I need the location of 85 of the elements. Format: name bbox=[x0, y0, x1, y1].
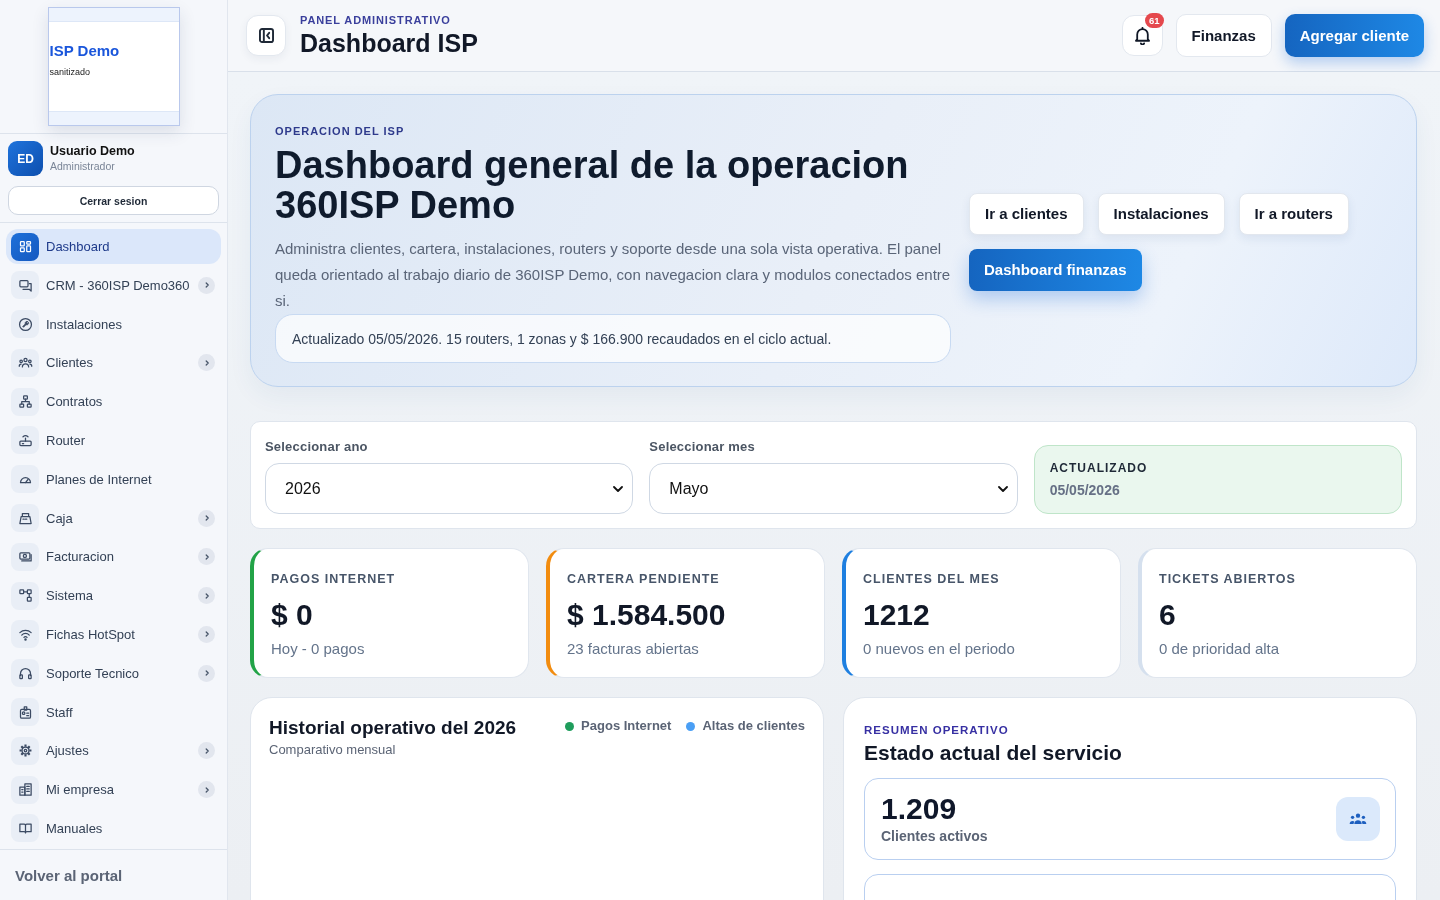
panel-icon bbox=[258, 28, 274, 43]
sidebar-toggle-button[interactable] bbox=[246, 15, 286, 56]
stat-label: CARTERA PENDIENTE bbox=[567, 571, 721, 587]
stat-detail: 0 de prioridad alta bbox=[1159, 639, 1281, 659]
nav-item[interactable]: Manuales bbox=[6, 810, 221, 846]
bell-icon bbox=[1134, 26, 1150, 45]
stat-label: CLIENTES DEL MES bbox=[863, 571, 1001, 587]
nav-item[interactable]: Soporte Tecnico bbox=[6, 655, 221, 691]
wifi-icon bbox=[11, 620, 39, 649]
user-role: Administrador bbox=[50, 159, 116, 174]
logo-caption: sanitizado bbox=[49, 67, 92, 78]
nav-item[interactable]: Fichas HotSpot bbox=[6, 616, 221, 652]
chevron-down-icon bbox=[613, 485, 624, 492]
legend-label: Altas de clientes bbox=[702, 718, 805, 734]
hero-title: Dashboard general de la operacion 360ISP Demo bbox=[275, 145, 910, 225]
stat-detail: Hoy - 0 pagos bbox=[271, 639, 366, 659]
summary-title: Estado actual del servicio bbox=[864, 740, 1123, 766]
metric-value: 1.209 bbox=[881, 793, 958, 825]
secondary-button[interactable]: Finanzas bbox=[1175, 14, 1272, 57]
stat-detail: 0 nuevos en el periodo bbox=[863, 639, 1016, 659]
page-title: Dashboard ISP bbox=[300, 28, 478, 58]
flowchart-icon bbox=[11, 581, 39, 610]
banknote-icon bbox=[11, 542, 39, 571]
metric-label: Clientes activos bbox=[881, 828, 988, 845]
chat-icon bbox=[11, 271, 39, 300]
stat-value: $ 0 bbox=[271, 597, 314, 633]
logout-button[interactable]: Cerrar sesion bbox=[8, 186, 219, 215]
stat-value: 1212 bbox=[863, 597, 931, 633]
wrench-icon bbox=[11, 310, 39, 339]
stat-value: 6 bbox=[1159, 597, 1177, 633]
secondary-button[interactable]: Ir a routers bbox=[1238, 192, 1349, 235]
user-avatar: ED bbox=[8, 141, 43, 176]
hero-description: Administra clientes, cartera, instalaciones, routers y soporte desde una sola vista operativa. El panel queda orientado al trabajo diario de 360ISP Demo, con navegacion clara y modulos conectados entre si. bbox=[275, 239, 951, 311]
nav-item[interactable]: Caja bbox=[6, 500, 221, 536]
nav-item[interactable]: Dashboard bbox=[6, 229, 221, 264]
nav-item[interactable]: Clientes bbox=[6, 345, 221, 381]
cash-register-icon bbox=[11, 504, 39, 533]
nav-item[interactable]: Planes de Internet bbox=[6, 461, 221, 497]
gauge-icon bbox=[11, 465, 39, 494]
notification-count: 61 bbox=[1145, 13, 1164, 28]
grid-icon bbox=[11, 232, 39, 261]
nav-item[interactable]: CRM - 360ISP Demo360 bbox=[6, 267, 221, 303]
headset-icon bbox=[11, 659, 39, 688]
book-icon bbox=[11, 814, 39, 843]
chevron-down-icon bbox=[997, 485, 1008, 492]
nav-item[interactable]: Facturacion bbox=[6, 539, 221, 575]
buildings-icon bbox=[11, 775, 39, 804]
notifications-button[interactable]: 61 bbox=[1121, 15, 1163, 56]
summary-eyebrow: RESUMEN OPERATIVO bbox=[864, 723, 1010, 737]
field-label: Seleccionar ano bbox=[265, 438, 369, 456]
updated-label: ACTUALIZADO bbox=[1049, 461, 1149, 475]
updated-date: 05/05/2026 bbox=[1049, 482, 1121, 498]
nav-item[interactable]: Mi empresa bbox=[6, 772, 221, 808]
page-eyebrow: PANEL ADMINISTRATIVO bbox=[300, 13, 452, 27]
logo-title: ISP Demo bbox=[49, 42, 121, 60]
stat-label: TICKETS ABIERTOS bbox=[1159, 571, 1297, 587]
back-to-portal-link[interactable]: Volver al portal bbox=[15, 866, 123, 884]
users-icon bbox=[11, 348, 39, 377]
nav-item[interactable]: Staff bbox=[6, 694, 221, 730]
router-icon bbox=[11, 426, 39, 455]
nav-item[interactable]: Contratos bbox=[6, 384, 221, 420]
year-select[interactable]: 2026 bbox=[265, 463, 634, 514]
field-label: Seleccionar mes bbox=[649, 438, 756, 456]
users-icon bbox=[1336, 797, 1380, 841]
nav-item[interactable]: Router bbox=[6, 423, 221, 458]
secondary-button[interactable]: Ir a clientes bbox=[969, 192, 1084, 235]
update-note: Actualizado 05/05/2026. 15 routers, 1 zonas y $ 166.900 recaudados en el ciclo actual. bbox=[275, 314, 951, 363]
stat-label: PAGOS INTERNET bbox=[271, 571, 397, 587]
user-name: Usuario Demo bbox=[50, 143, 135, 159]
hierarchy-icon bbox=[11, 387, 39, 416]
stat-detail: 23 facturas abiertas bbox=[567, 639, 700, 659]
stat-value: $ 1.584.500 bbox=[567, 597, 727, 633]
history-title: Historial operativo del 2026 bbox=[269, 716, 517, 740]
hero-eyebrow: OPERACION DEL ISP bbox=[275, 124, 406, 138]
secondary-button[interactable]: Instalaciones bbox=[1097, 192, 1225, 235]
legend-label: Pagos Internet bbox=[581, 718, 672, 734]
month-select[interactable]: Mayo bbox=[649, 463, 1018, 514]
id-badge-icon bbox=[11, 698, 39, 727]
primary-button[interactable]: Agregar cliente bbox=[1284, 14, 1424, 57]
nav-item[interactable]: Instalaciones bbox=[6, 306, 221, 342]
history-subtitle: Comparativo mensual bbox=[269, 741, 397, 758]
nav-item[interactable]: Ajustes bbox=[6, 733, 221, 769]
primary-button[interactable]: Dashboard finanzas bbox=[969, 248, 1142, 291]
gear-icon bbox=[11, 736, 39, 765]
nav-item[interactable]: Sistema bbox=[6, 578, 221, 614]
